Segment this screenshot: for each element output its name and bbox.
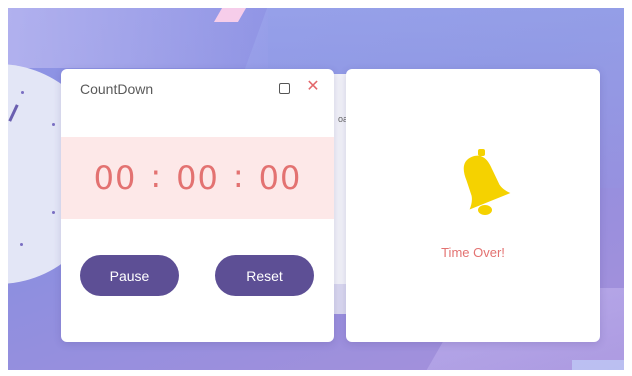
timer-display: 00 : 00 : 00 [61,137,334,219]
window-title: CountDown [80,81,154,97]
timer-hours: 00 [93,159,137,197]
timer-seconds: 00 [258,159,302,197]
clock-tick [21,91,24,94]
clock-tick [20,243,23,246]
timer-separator: : [150,157,163,195]
bell-icon [463,149,511,215]
close-icon[interactable]: ✕ [305,78,321,96]
clock-tick [52,123,55,126]
pause-button[interactable]: Pause [80,255,179,296]
clock-tick [52,211,55,214]
time-over-message: Time Over! [441,245,505,260]
reset-button[interactable]: Reset [215,255,314,296]
timer-minutes: 00 [176,159,219,197]
maximize-icon[interactable] [279,83,290,94]
timer-separator: : [232,157,245,195]
wallpaper-shape [572,360,624,370]
countdown-window[interactable]: CountDown ✕ 00 : 00 : 00 Pause Reset [61,69,334,342]
alarm-window: Time Over! [346,69,600,342]
